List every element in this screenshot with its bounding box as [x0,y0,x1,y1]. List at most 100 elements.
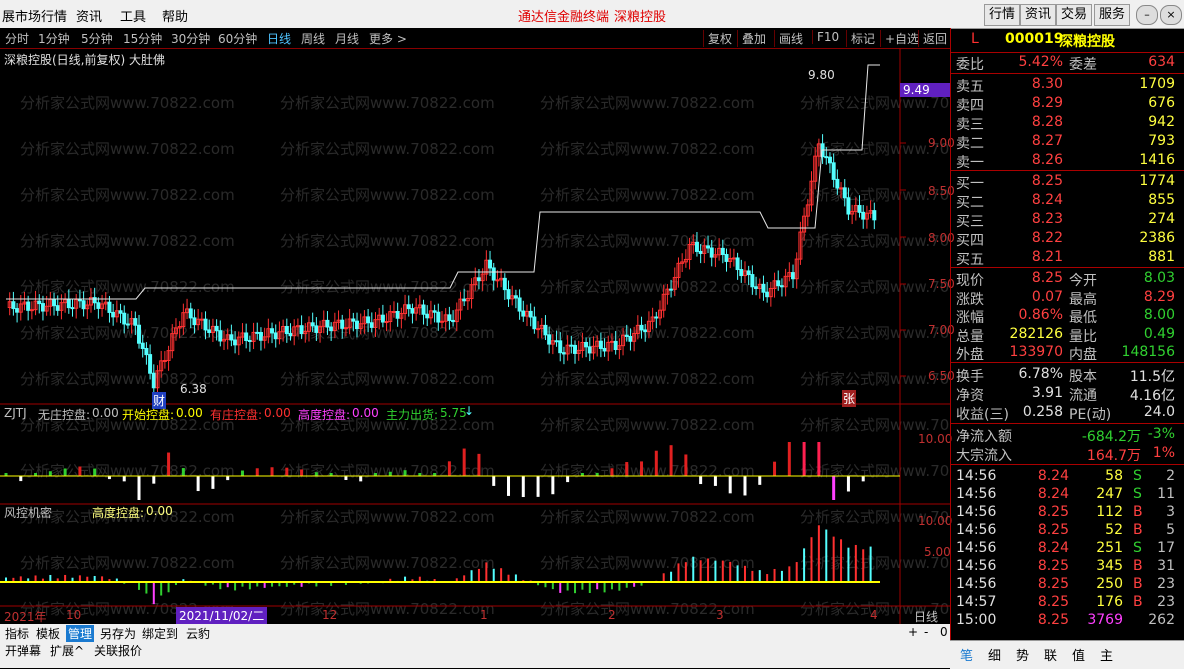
menu-info[interactable]: 资讯 [76,6,102,25]
watermark-text: 分析家公式网www.70822.com [280,232,495,250]
indicator2-bar [234,582,237,591]
candle-body [258,332,263,341]
chart-area[interactable]: 分析家公式网www.70822.com 分析家公式网www.70822.com 分析… [0,48,955,626]
indicator1-bar [536,476,540,497]
stat-label: 涨幅 [956,310,984,326]
candle-body [299,325,304,335]
menu-tools[interactable]: 工具 [120,6,146,25]
period-tab[interactable]: 1分钟 [38,30,70,47]
tab-saveas[interactable]: 另存为 [100,625,136,642]
tick-count: 3 [1166,504,1175,520]
candle-body [861,211,866,220]
tab-yunbao[interactable]: 云豹 [186,625,210,642]
ask-price: 8.26 [1031,152,1063,168]
tab-shi[interactable]: 势 [1016,645,1029,664]
ask-price: 8.29 [1031,95,1063,111]
overlay-button[interactable]: 叠加 [737,30,766,47]
btn-service[interactable]: 服务 [1094,4,1131,26]
low-label: 6.38 [180,382,207,396]
period-tab-active[interactable]: 日线 [267,30,291,47]
tab-zhi[interactable]: 值 [1072,645,1085,664]
stat-value: 3.91 [1031,385,1063,401]
period-tab[interactable]: 周线 [301,30,325,47]
ind2-axis-label: 5.00 [924,545,951,559]
tick-volume: 251 [1096,540,1123,556]
period-tab[interactable]: 月线 [335,30,359,47]
menu-help[interactable]: 帮助 [162,6,188,25]
quote-row: 14:57 8.25 176 B 23 [951,594,1177,612]
watermark-text: 分析家公式网www.70822.com [280,462,495,480]
back-button[interactable]: 返回 [918,30,947,47]
candle-body [628,335,633,342]
kline-chart[interactable]: 分析家公式网www.70822.com 分析家公式网www.70822.com 分析… [0,48,950,626]
add-watchlist-button[interactable]: +自选 [880,30,919,47]
tab-bi[interactable]: 笔 [960,645,973,664]
candle-body [587,346,592,354]
candle-body [495,279,500,282]
indicator2-bar [559,582,562,593]
indicator1-bar [492,476,496,486]
menu-market[interactable]: 展市场行情 [2,6,67,25]
tab-template[interactable]: 模板 [36,625,60,642]
ind1-value: 0.00 [92,406,119,420]
candle-body [502,277,507,291]
ind1-label: 无庄控盘: [38,408,91,422]
candle-body [598,340,603,349]
ask-label: 卖五 [956,79,984,95]
zoom-level: 0 [940,625,948,639]
related-quote-button[interactable]: 关联报价 [94,642,142,659]
indicator1-bar [846,476,850,492]
period-tab[interactable]: 60分钟 [218,30,257,47]
tick-count: 31 [1157,558,1175,574]
quote-row: 大宗流入 164.7万 1% [951,445,1177,464]
candle-body [765,291,770,298]
candle-body [199,318,204,321]
danmu-button[interactable]: 开弹幕 [5,642,41,659]
zoom-out-button[interactable]: - [924,625,928,639]
stat-label: 今开 [1069,273,1097,289]
indicator1-bar [507,476,511,496]
watermark-text: 分析家公式网www.70822.com [20,462,235,480]
indicator2-bar [699,560,702,583]
candle-body [827,156,832,164]
expand-button[interactable]: 扩展^ [50,642,84,659]
ask-volume: 1416 [1139,152,1175,168]
more-button[interactable]: 更多 > [369,30,407,47]
period-tab[interactable]: 分时 [5,30,29,47]
period-label: 日线 [914,610,939,624]
period-tab[interactable]: 15分钟 [123,30,162,47]
period-tab[interactable]: 5分钟 [81,30,113,47]
bid-price: 8.21 [1031,249,1063,265]
indicator2-bar [721,560,724,583]
date-axis-label: 3 [716,608,724,622]
tab-lian[interactable]: 联 [1044,645,1057,664]
ind1-axis-label: 10.00 [918,432,953,446]
tab-bind[interactable]: 绑定到 [142,625,178,642]
zhang-badge[interactable]: 张 [842,390,857,407]
close-icon[interactable]: × [1160,5,1182,25]
stat-label: 现价 [956,273,984,289]
f10-button[interactable]: F10 [812,30,839,44]
tab-zhu[interactable]: 主 [1100,645,1113,664]
ind2-label: 高度控盘: [92,506,145,520]
period-tab[interactable]: 30分钟 [171,30,210,47]
btn-news[interactable]: 资讯 [1020,4,1057,26]
candle-body [561,352,566,355]
btn-quote[interactable]: 行情 [984,4,1021,26]
tab-indicator[interactable]: 指标 [5,625,29,642]
candle-body [151,372,156,389]
tick-count: 23 [1157,576,1175,592]
tab-manage[interactable]: 管理 [66,625,95,642]
mark-button[interactable]: 标记 [846,30,875,47]
candle-body [602,347,607,352]
indicator2-bar [817,525,820,583]
zoom-in-button[interactable]: + [908,625,918,639]
tab-xi[interactable]: 细 [988,645,1001,664]
minimize-icon[interactable]: – [1136,5,1158,25]
indicator2-bar [847,547,850,583]
indicator1-bar [93,468,97,476]
draw-button[interactable]: 画线 [774,30,803,47]
menu-bar: 展市场行情 资讯 工具 帮助 通达信金融终端 深粮控股 行情 资讯 交易 服务 … [0,0,1184,29]
fuquan-button[interactable]: 复权 [703,30,732,47]
btn-trade[interactable]: 交易 [1056,4,1093,26]
